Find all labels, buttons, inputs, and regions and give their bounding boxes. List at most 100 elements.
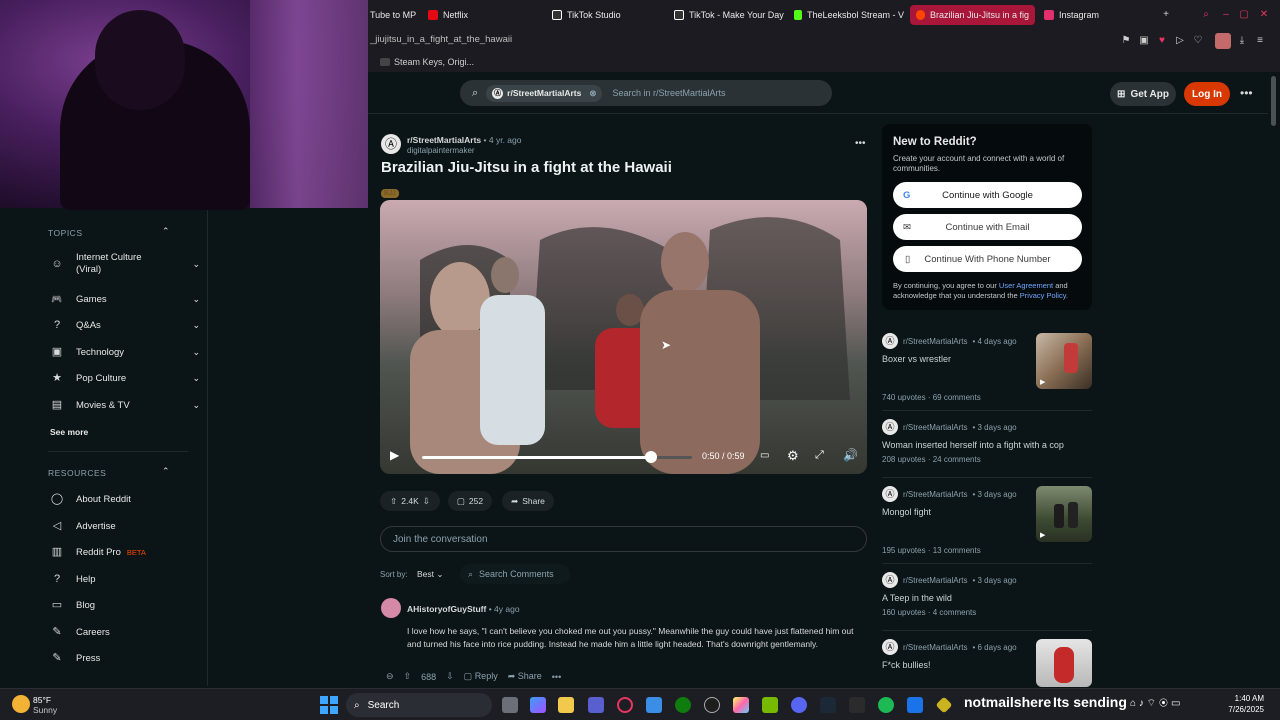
search-bar[interactable]: ⌕ Ⓐ r/StreetMartialArts ⊗ Search in r/St…: [460, 80, 832, 106]
profile-avatar[interactable]: [1215, 33, 1231, 49]
search-icon[interactable]: ⌕: [1200, 9, 1212, 21]
user-agreement-link[interactable]: User Agreement: [999, 281, 1053, 290]
more-options-icon[interactable]: •••: [1240, 86, 1253, 100]
vote-control[interactable]: ⇧ 2.4K ⇩: [380, 491, 440, 511]
comment-more-icon[interactable]: •••: [552, 672, 561, 682]
subreddit-avatar[interactable]: Ⓐ: [381, 134, 401, 154]
search-comments-input[interactable]: ⌕ Search Comments: [460, 564, 570, 584]
share-button[interactable]: ➦ Share: [502, 491, 554, 511]
continue-google-button[interactable]: G Continue with Google: [893, 182, 1082, 208]
tab-netflix[interactable]: Netflix: [428, 5, 538, 25]
sidebar-item-about-reddit[interactable]: ◯ About Reddit: [50, 492, 131, 506]
file-explorer-icon[interactable]: [558, 697, 574, 713]
sidebar-item-press[interactable]: ✎ Press: [50, 651, 100, 665]
store-icon[interactable]: [646, 697, 662, 713]
reply-button[interactable]: ▢ Reply: [464, 671, 498, 682]
sidebar-item-technology[interactable]: ▣ Technology ⌄: [50, 345, 200, 359]
play-button[interactable]: ▶: [390, 448, 399, 462]
continue-email-button[interactable]: ✉ Continue with Email: [893, 214, 1082, 240]
terminal-icon[interactable]: [849, 697, 865, 713]
comment-avatar[interactable]: [381, 598, 401, 618]
tab-reddit-active[interactable]: Brazilian Jiu-Jitsu in a fig: [910, 5, 1035, 25]
related-post[interactable]: Ⓐ r/StreetMartialArts • 3 days ago Woman…: [882, 419, 1092, 469]
captions-icon[interactable]: ▭: [760, 450, 769, 461]
weather-temp[interactable]: 85°F: [33, 695, 51, 705]
clock-date[interactable]: 7/26/2025: [1220, 705, 1264, 714]
sidebar-item-games[interactable]: 🎮 Games ⌄: [50, 292, 200, 306]
tab-instagram[interactable]: Instagram: [1044, 5, 1154, 25]
teams-icon[interactable]: [588, 697, 604, 713]
tab-tiktok[interactable]: TikTok - Make Your Day: [674, 5, 784, 25]
downvote-icon[interactable]: ⇩: [423, 496, 430, 507]
comment-share-button[interactable]: ➦ Share: [508, 671, 542, 682]
related-post[interactable]: Ⓐ r/StreetMartialArts • 6 days ago F*ck …: [882, 639, 1092, 687]
screenshot-icon[interactable]: ▣: [1138, 35, 1150, 47]
related-post[interactable]: Ⓐ r/StreetMartialArts • 3 days ago Mongo…: [882, 486, 1092, 556]
close-icon[interactable]: ✕: [1258, 9, 1270, 21]
video-progress-handle[interactable]: [644, 451, 657, 463]
comment-author[interactable]: AHistoryofGuyStuff: [407, 604, 486, 614]
spotify-icon[interactable]: [878, 697, 894, 713]
discord-icon[interactable]: [791, 697, 807, 713]
sidebar-item-help[interactable]: ? Help: [50, 572, 96, 586]
new-tab-icon[interactable]: +: [1160, 9, 1172, 21]
related-post[interactable]: Ⓐ r/StreetMartialArts • 3 days ago A Tee…: [882, 572, 1092, 622]
opera-gx-icon[interactable]: [617, 697, 633, 713]
related-thumbnail[interactable]: ▶: [1036, 486, 1092, 542]
bookmark-steam[interactable]: Steam Keys, Origi...: [380, 57, 474, 67]
task-view-icon[interactable]: [502, 697, 518, 713]
pocket-icon[interactable]: ♥: [1156, 35, 1168, 47]
streamlabs-icon[interactable]: [935, 696, 953, 714]
upvote-icon[interactable]: ⇧: [404, 671, 412, 682]
sidebar-item-blog[interactable]: ▭ Blog: [50, 598, 95, 612]
download-icon[interactable]: ⤓: [1236, 35, 1248, 47]
sun-weather-icon[interactable]: [12, 695, 30, 713]
nvidia-icon[interactable]: [762, 697, 778, 713]
related-post[interactable]: Ⓐ r/StreetMartialArts • 4 days ago Boxer…: [882, 333, 1092, 403]
get-app-button[interactable]: ⊞ Get App: [1110, 82, 1176, 106]
copilot-icon[interactable]: [530, 697, 546, 713]
fullscreen-icon[interactable]: ⤢: [815, 449, 824, 462]
downvote-icon[interactable]: ⇩: [446, 671, 454, 682]
upvote-icon[interactable]: ⇧: [390, 496, 397, 507]
volume-icon[interactable]: 🔊: [843, 448, 858, 462]
sidebar-item-careers[interactable]: ✎ Careers: [50, 625, 109, 639]
settings-gear-icon[interactable]: ⚙: [787, 448, 799, 464]
heart-icon[interactable]: ♡: [1192, 35, 1204, 47]
xbox-icon[interactable]: [675, 697, 691, 713]
tab-tiktok-studio[interactable]: TikTok Studio: [552, 5, 662, 25]
post-author[interactable]: digitalpaintermaker: [407, 146, 475, 155]
continue-phone-button[interactable]: ▯ Continue With Phone Number: [893, 246, 1082, 272]
app-window-icon[interactable]: [907, 697, 923, 713]
login-button[interactable]: Log In: [1184, 82, 1230, 106]
steam-icon[interactable]: [820, 697, 836, 713]
sidebar-item-reddit-pro[interactable]: ▥ Reddit Pro BETA: [50, 545, 146, 559]
sidebar-item-qas[interactable]: ? Q&As ⌄: [50, 318, 200, 332]
see-more-link[interactable]: See more: [50, 427, 88, 437]
related-title[interactable]: Mongol fight: [882, 507, 1022, 517]
url-text[interactable]: _jiujitsu_in_a_fight_at_the_hawaii: [370, 34, 512, 45]
menu-icon[interactable]: ≡: [1254, 35, 1266, 47]
page-scrollbar[interactable]: [1268, 72, 1280, 688]
taskbar-search[interactable]: ⌕ Search: [346, 693, 492, 717]
related-title[interactable]: A Teep in the wild: [882, 593, 1092, 603]
tab-ytmp3[interactable]: Tube to MP: [370, 5, 420, 25]
related-thumbnail[interactable]: ▶: [1036, 333, 1092, 389]
post-options-icon[interactable]: •••: [855, 138, 866, 149]
video-player[interactable]: ▶ 0:50 / 0:59 ▭ ⚙ ⤢ 🔊: [380, 200, 867, 474]
sidebar-item-movies-tv[interactable]: ▤ Movies & TV ⌄: [50, 398, 200, 412]
play-icon[interactable]: ▷: [1174, 35, 1186, 47]
sidebar-item-pop-culture[interactable]: ★ Pop Culture ⌄: [50, 371, 200, 385]
sidebar-item-internet-culture[interactable]: ☺ Internet Culture (Viral) ⌄: [50, 252, 200, 276]
scrollbar-thumb[interactable]: [1271, 76, 1276, 126]
related-title[interactable]: Woman inserted herself into a fight with…: [882, 440, 1092, 450]
join-conversation-input[interactable]: Join the conversation: [380, 526, 867, 552]
privacy-policy-link[interactable]: Privacy Policy.: [1020, 291, 1068, 300]
collapse-topics-icon[interactable]: ⌃: [162, 226, 170, 237]
tab-kick-stream[interactable]: TheLeeksbol Stream - V: [794, 5, 904, 25]
sidebar-item-advertise[interactable]: ◁ Advertise: [50, 519, 116, 533]
app-icon[interactable]: [704, 697, 720, 713]
related-title[interactable]: Boxer vs wrestler: [882, 354, 1022, 364]
related-thumbnail[interactable]: [1036, 639, 1092, 687]
maximize-icon[interactable]: ▢: [1238, 9, 1250, 21]
